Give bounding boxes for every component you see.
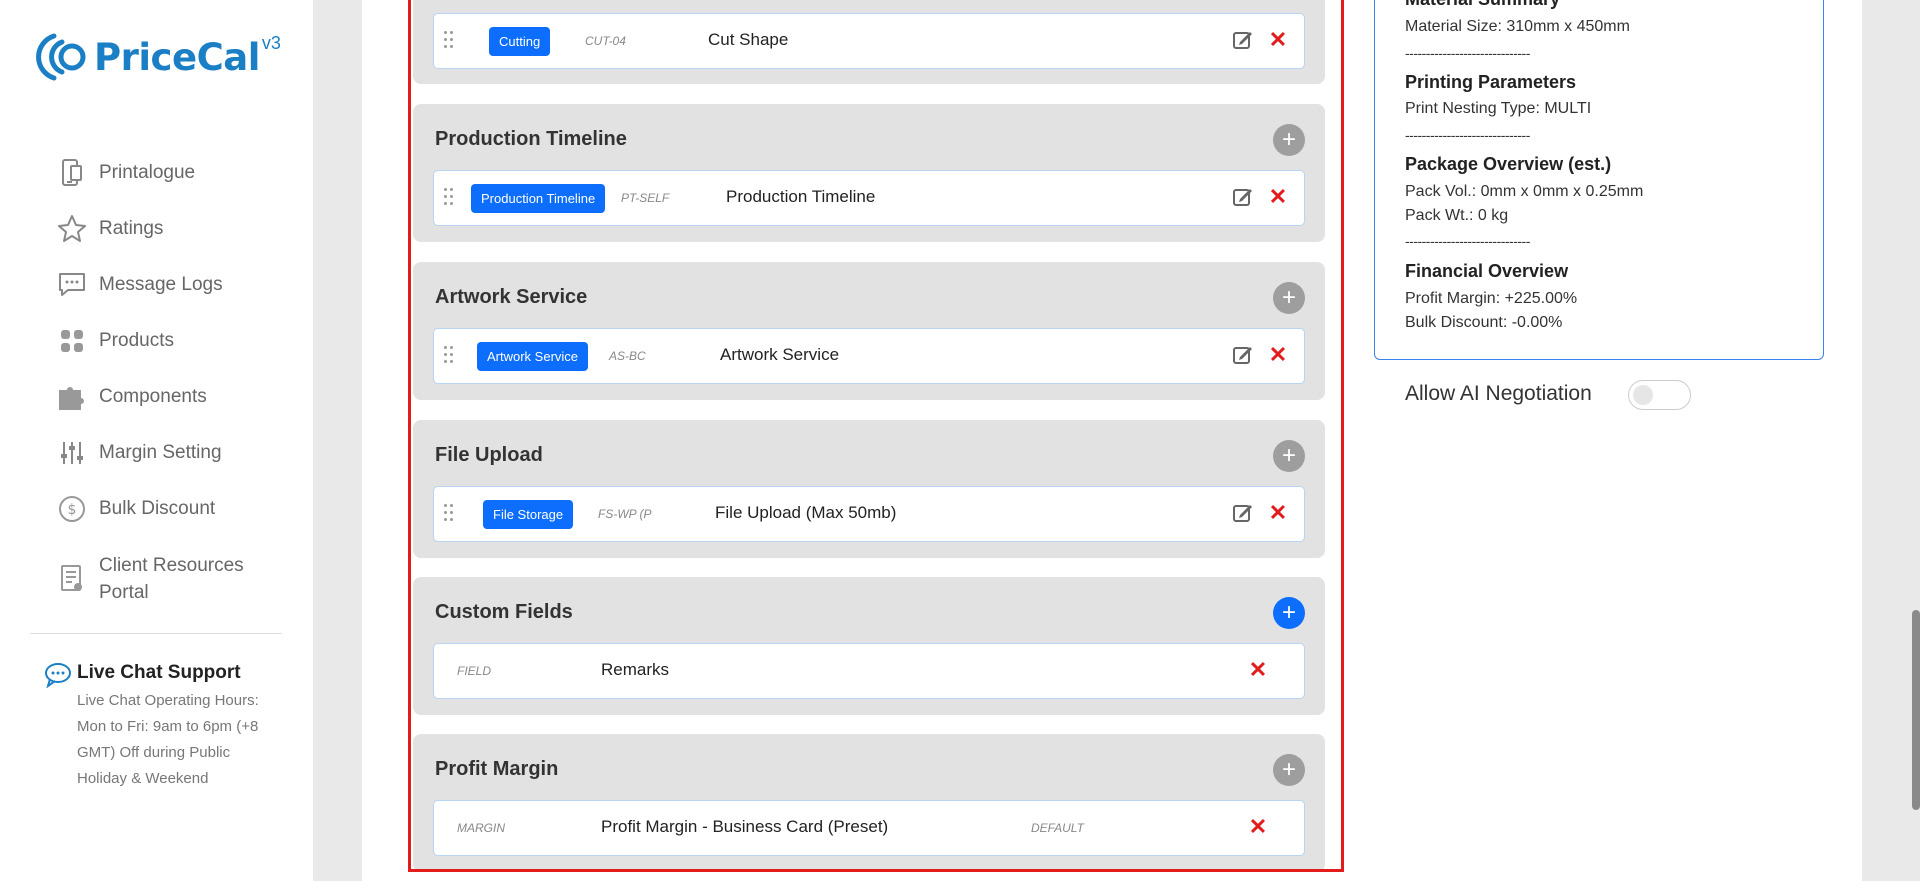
sidebar-item-message-logs[interactable]: Message Logs <box>57 257 297 313</box>
sidebar-item-label: Margin Setting <box>99 442 222 463</box>
sidebar-item-ratings[interactable]: Ratings <box>57 201 297 257</box>
sidebar-item-bulk-discount[interactable]: $ Bulk Discount <box>57 481 297 537</box>
document-icon <box>57 564 87 594</box>
page-scrollbar[interactable] <box>1912 610 1920 810</box>
sidebar-item-printalogue[interactable]: Printalogue <box>57 145 297 201</box>
star-icon <box>57 214 87 244</box>
sidebar-item-label: Printalogue <box>99 162 196 183</box>
phone-book-icon <box>57 158 87 188</box>
sidebar-item-label: Products <box>99 330 174 351</box>
sidebar-item-client-resources-portal[interactable]: Client Resources Portal <box>57 537 297 621</box>
sidebar-item-label: Ratings <box>99 218 164 239</box>
sidebar-item-margin-setting[interactable]: Margin Setting <box>57 425 297 481</box>
svg-text:$: $ <box>68 502 77 518</box>
live-chat-support[interactable]: Live Chat Support Live Chat Operating Ho… <box>44 660 284 792</box>
chat-bubble-icon <box>44 662 72 693</box>
sidebar-divider <box>30 633 282 634</box>
printing-parameters-heading: Printing Parameters <box>1405 72 1577 92</box>
dollar-icon: $ <box>57 494 87 524</box>
financial-overview-heading: Financial Overview <box>1405 261 1569 281</box>
ai-negotiation-toggle[interactable] <box>1628 380 1691 410</box>
puzzle-icon <box>57 382 87 412</box>
pack-volume: Pack Vol.: 0mm x 0mm x 0.25mm <box>1405 183 1644 200</box>
print-nesting-type: Print Nesting Type: MULTI <box>1405 100 1592 117</box>
summary-divider: ------------------------------ <box>1405 45 1530 61</box>
material-summary-heading: Material Summary <box>1405 0 1560 10</box>
logo[interactable]: PriceCal v3 <box>36 30 281 84</box>
pack-weight: Pack Wt.: 0 kg <box>1405 207 1509 224</box>
summary-divider: ------------------------------ <box>1405 127 1530 143</box>
sidebar-item-label: Bulk Discount <box>99 498 216 519</box>
sidebar-item-components[interactable]: Components <box>57 369 297 425</box>
logo-text: PriceCal <box>94 35 260 79</box>
highlight-frame <box>408 0 1344 872</box>
sidebar-item-products[interactable]: Products <box>57 313 297 369</box>
summary-card: Material Summary Material Size: 310mm x … <box>1374 0 1824 360</box>
sidebar: PriceCal v3 Printalogue Ratings Message … <box>0 0 313 881</box>
pricecal-logo-icon <box>36 33 86 81</box>
sidebar-item-label: Client Resources Portal <box>99 555 244 603</box>
chat-hours: Live Chat Operating Hours: Mon to Fri: 9… <box>77 692 259 787</box>
ai-negotiation-label: Allow AI Negotiation <box>1405 382 1592 405</box>
sidebar-item-label: Components <box>99 386 207 407</box>
chat-title: Live Chat Support <box>77 662 241 683</box>
material-size: Material Size: 310mm x 450mm <box>1405 18 1630 35</box>
logo-version: v3 <box>261 32 281 53</box>
bulk-discount-value: Bulk Discount: -0.00% <box>1405 314 1563 331</box>
sidebar-nav: Printalogue Ratings Message Logs Product… <box>57 145 297 621</box>
profit-margin-value: Profit Margin: +225.00% <box>1405 290 1578 307</box>
sidebar-item-label: Message Logs <box>99 274 223 295</box>
grid-icon <box>57 326 87 356</box>
sliders-icon <box>57 438 87 468</box>
message-icon <box>57 270 87 300</box>
toggle-knob <box>1633 385 1653 405</box>
package-overview-heading: Package Overview (est.) <box>1405 154 1612 174</box>
summary-divider: ------------------------------ <box>1405 233 1530 249</box>
